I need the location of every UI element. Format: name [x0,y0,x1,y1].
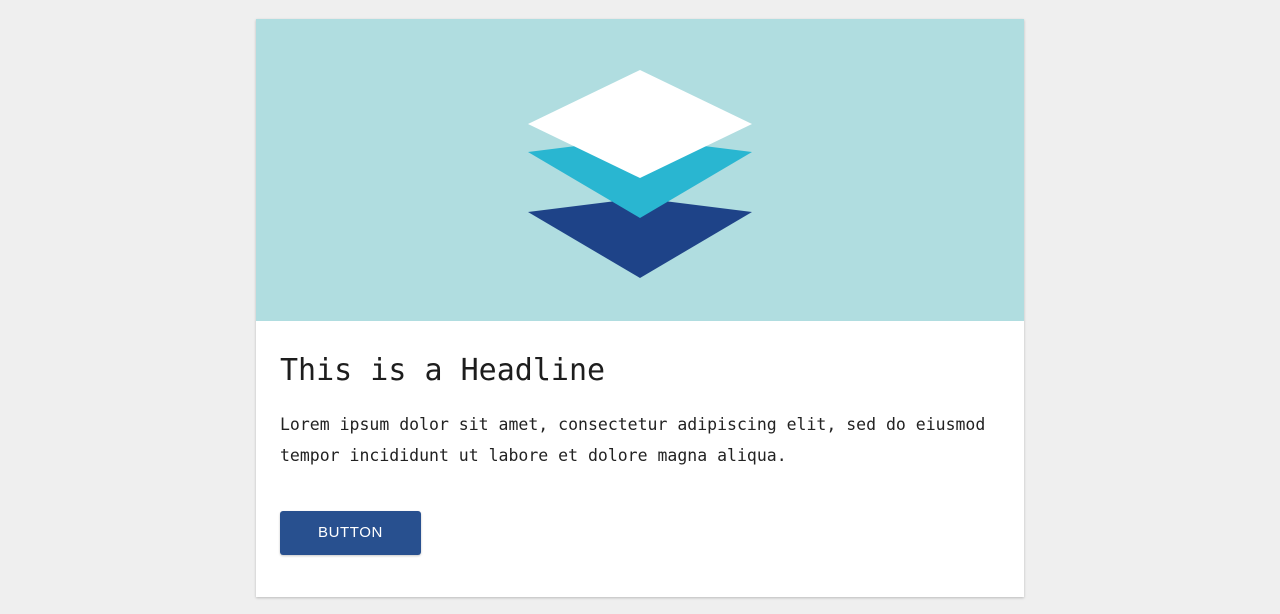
layers-stack-icon [528,70,752,278]
content-card: This is a Headline Lorem ipsum dolor sit… [256,19,1024,597]
card-body-text: Lorem ipsum dolor sit amet, consectetur … [280,415,986,465]
card-media-header [256,19,1024,321]
card-headline: This is a Headline [280,353,606,388]
card-body: This is a Headline Lorem ipsum dolor sit… [256,321,1024,597]
cta-button[interactable]: BUTTON [280,511,421,555]
